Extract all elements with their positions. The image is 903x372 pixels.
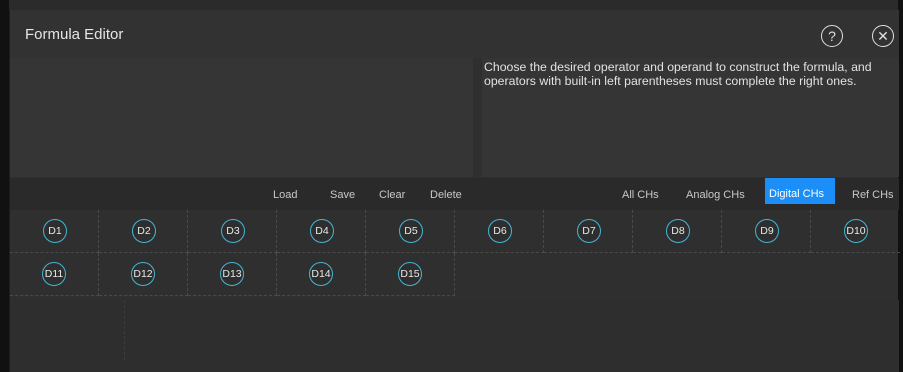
channel-d13[interactable]: D13 xyxy=(220,262,244,286)
clear-button[interactable]: Clear xyxy=(379,189,405,201)
channel-d5[interactable]: D5 xyxy=(399,219,423,243)
hint-text: Choose the desired operator and operand … xyxy=(484,60,872,88)
tab-ref-chs[interactable]: Ref CHs xyxy=(852,189,894,201)
channel-d7[interactable]: D7 xyxy=(577,219,601,243)
channel-d1[interactable]: D1 xyxy=(43,219,67,243)
channel-d6[interactable]: D6 xyxy=(488,219,512,243)
channel-d2[interactable]: D2 xyxy=(132,219,156,243)
title-bar: Formula Editor ? ✕ xyxy=(10,10,899,58)
channel-cell[interactable]: D3 xyxy=(188,210,277,253)
dialog-title: Formula Editor xyxy=(25,26,124,43)
hint-panel: Choose the desired operator and operand … xyxy=(482,58,899,177)
formula-editor-dialog: Formula Editor ? ✕ Choose the desired op… xyxy=(9,10,900,372)
channel-cell[interactable]: D9 xyxy=(722,210,811,253)
channel-d11[interactable]: D11 xyxy=(42,262,66,286)
channel-cell[interactable]: D8 xyxy=(633,210,722,253)
channel-cell[interactable]: D14 xyxy=(277,253,366,296)
channel-cell[interactable]: D13 xyxy=(188,253,277,296)
channel-d3[interactable]: D3 xyxy=(221,219,245,243)
formula-input-area[interactable] xyxy=(10,58,473,177)
close-icon[interactable]: ✕ xyxy=(872,25,894,47)
channel-cell[interactable]: D10 xyxy=(811,210,900,253)
channel-cell[interactable]: D11 xyxy=(10,253,99,296)
channel-cell[interactable]: D15 xyxy=(366,253,455,296)
channel-cell[interactable]: D2 xyxy=(99,210,188,253)
channel-cell[interactable]: D7 xyxy=(544,210,633,253)
delete-button[interactable]: Delete xyxy=(430,189,462,201)
channel-d12[interactable]: D12 xyxy=(131,262,155,286)
tab-digital-chs-label: Digital CHs xyxy=(769,188,825,200)
divider xyxy=(124,300,126,360)
channel-d4[interactable]: D4 xyxy=(310,219,334,243)
channel-grid: D1 D2 D3 D4 D5 D6 D7 D8 D9 D10 D11 D12 D… xyxy=(10,210,900,299)
channel-d10[interactable]: D10 xyxy=(844,219,868,243)
tab-analog-chs[interactable]: Analog CHs xyxy=(686,189,745,201)
channel-d8[interactable]: D8 xyxy=(666,219,690,243)
channel-d9[interactable]: D9 xyxy=(755,219,779,243)
channel-d15[interactable]: D15 xyxy=(398,262,422,286)
empty-area xyxy=(10,300,899,372)
channel-cell[interactable]: D5 xyxy=(366,210,455,253)
channel-cell[interactable]: D12 xyxy=(99,253,188,296)
help-icon[interactable]: ? xyxy=(821,25,843,47)
channel-d14[interactable]: D14 xyxy=(309,262,333,286)
channel-cell[interactable]: D4 xyxy=(277,210,366,253)
channel-cell[interactable]: D6 xyxy=(455,210,544,253)
channel-cell[interactable]: D1 xyxy=(10,210,99,253)
tab-all-chs[interactable]: All CHs xyxy=(622,189,659,201)
save-button[interactable]: Save xyxy=(330,189,355,201)
left-edge xyxy=(0,0,9,372)
load-button[interactable]: Load xyxy=(273,189,297,201)
